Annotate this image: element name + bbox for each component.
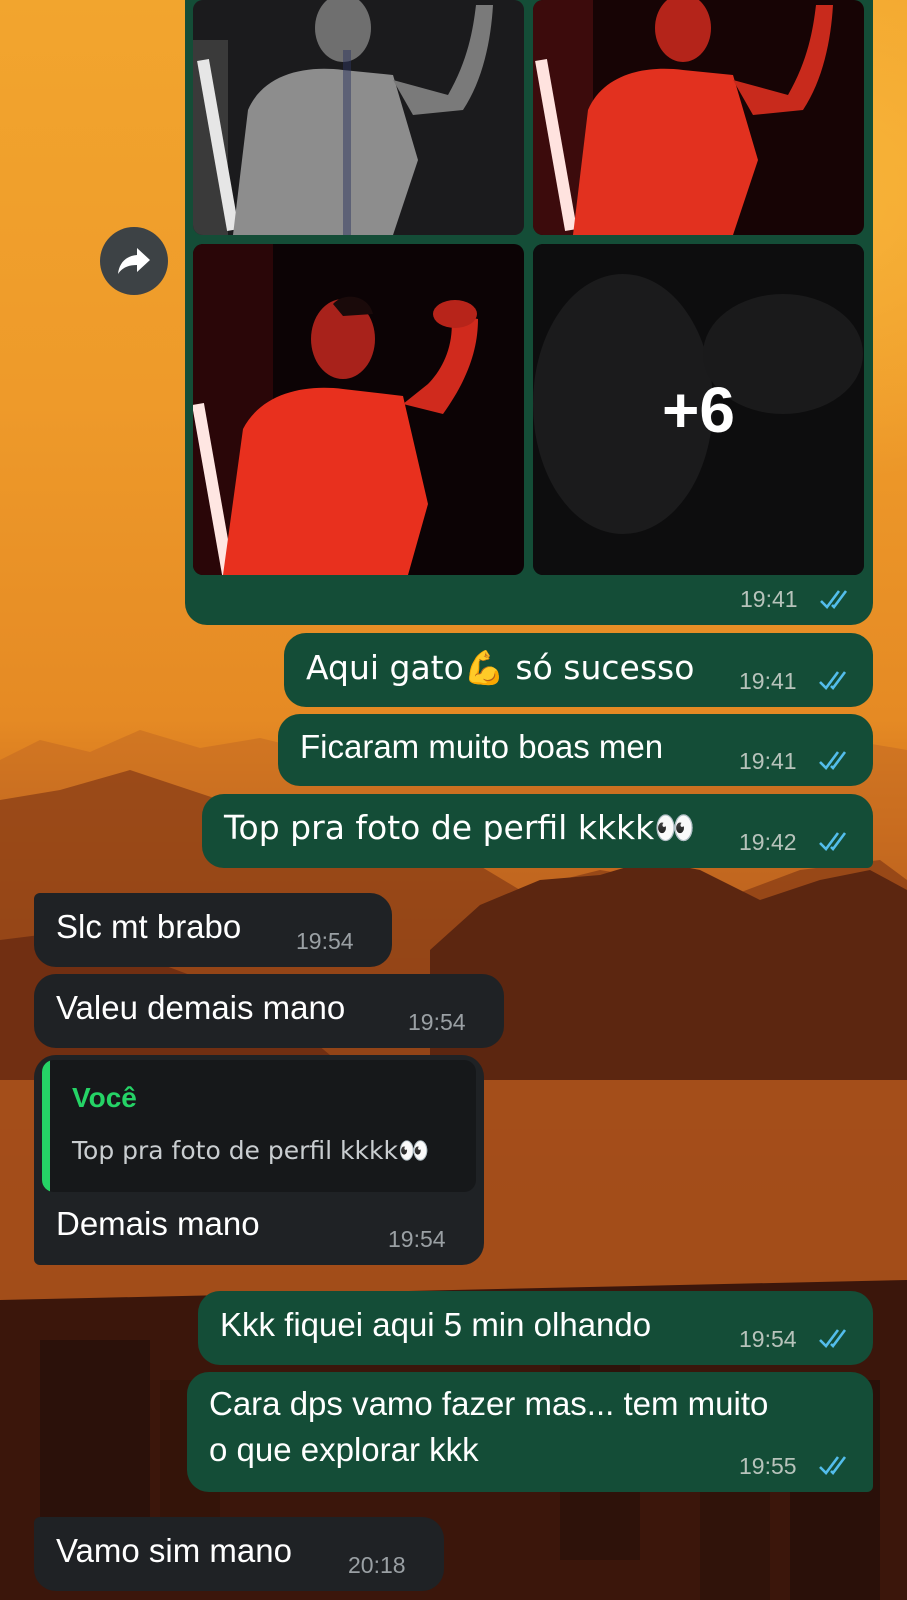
message-bubble-incoming[interactable]: Vamo sim mano 20:18 [34,1517,444,1591]
message-text-line-1: Cara dps vamo fazer mas... tem muito [209,1385,769,1422]
message-time: 19:54 [296,928,354,954]
message-time: 19:54 [739,1326,797,1352]
double-check-icon [820,590,848,609]
quote-accent-bar [42,1060,50,1192]
message-text: Top pra foto de perfil kkkk👀 [224,808,696,847]
double-check-icon [819,671,847,690]
album-photo-1[interactable] [193,0,524,235]
message-text: Aqui gato💪 só sucesso [306,648,695,687]
message-text: Slc mt brabo [56,908,242,945]
forward-button[interactable] [100,227,168,295]
double-check-icon [819,751,847,770]
message-time: 19:55 [739,1453,797,1479]
quote-author: Você [72,1082,137,1113]
message-time: 19:54 [408,1009,466,1035]
message-time: 19:54 [388,1226,446,1252]
message-bubble-outgoing[interactable]: Kkk fiquei aqui 5 min olhando 19:54 [198,1291,873,1365]
message-time: 20:18 [348,1552,406,1578]
message-text: Vamo sim mano [56,1532,292,1569]
message-text: Valeu demais mano [56,989,346,1026]
message-time: 19:41 [739,748,797,774]
message-text-line-2: o que explorar kkk [209,1431,479,1468]
forward-arrow-icon [118,248,150,274]
double-check-icon [819,1456,847,1475]
message-text: Demais mano [56,1205,260,1242]
double-check-icon [819,1329,847,1348]
message-bubble-outgoing[interactable]: Cara dps vamo fazer mas... tem muito o q… [187,1372,873,1492]
more-photos-count: +6 [662,373,735,446]
message-text: Ficaram muito boas men [300,728,664,765]
album-photo-2[interactable] [533,0,864,235]
quote-text: Top pra foto de perfil kkkk👀 [72,1136,430,1165]
message-bubble-incoming[interactable]: Valeu demais mano 19:54 [34,974,504,1048]
message-bubble-incoming[interactable]: Slc mt brabo 19:54 [34,893,392,967]
double-check-icon [819,832,847,851]
album-photo-3[interactable] [193,244,524,575]
album-time: 19:41 [740,586,798,612]
message-bubble-outgoing[interactable]: Ficaram muito boas men 19:41 [278,714,873,786]
message-text: Kkk fiquei aqui 5 min olhando [220,1306,652,1343]
quoted-message[interactable]: Você Top pra foto de perfil kkkk👀 [42,1060,476,1192]
message-time: 19:42 [739,829,797,855]
message-bubble-outgoing[interactable]: Aqui gato💪 só sucesso 19:41 [284,633,873,707]
message-bubble-outgoing[interactable]: Top pra foto de perfil kkkk👀 19:42 [202,794,873,868]
album-more-photos[interactable]: +6 [533,244,864,575]
photo-album-message[interactable]: +6 19:41 [185,0,873,625]
message-time: 19:41 [739,668,797,694]
